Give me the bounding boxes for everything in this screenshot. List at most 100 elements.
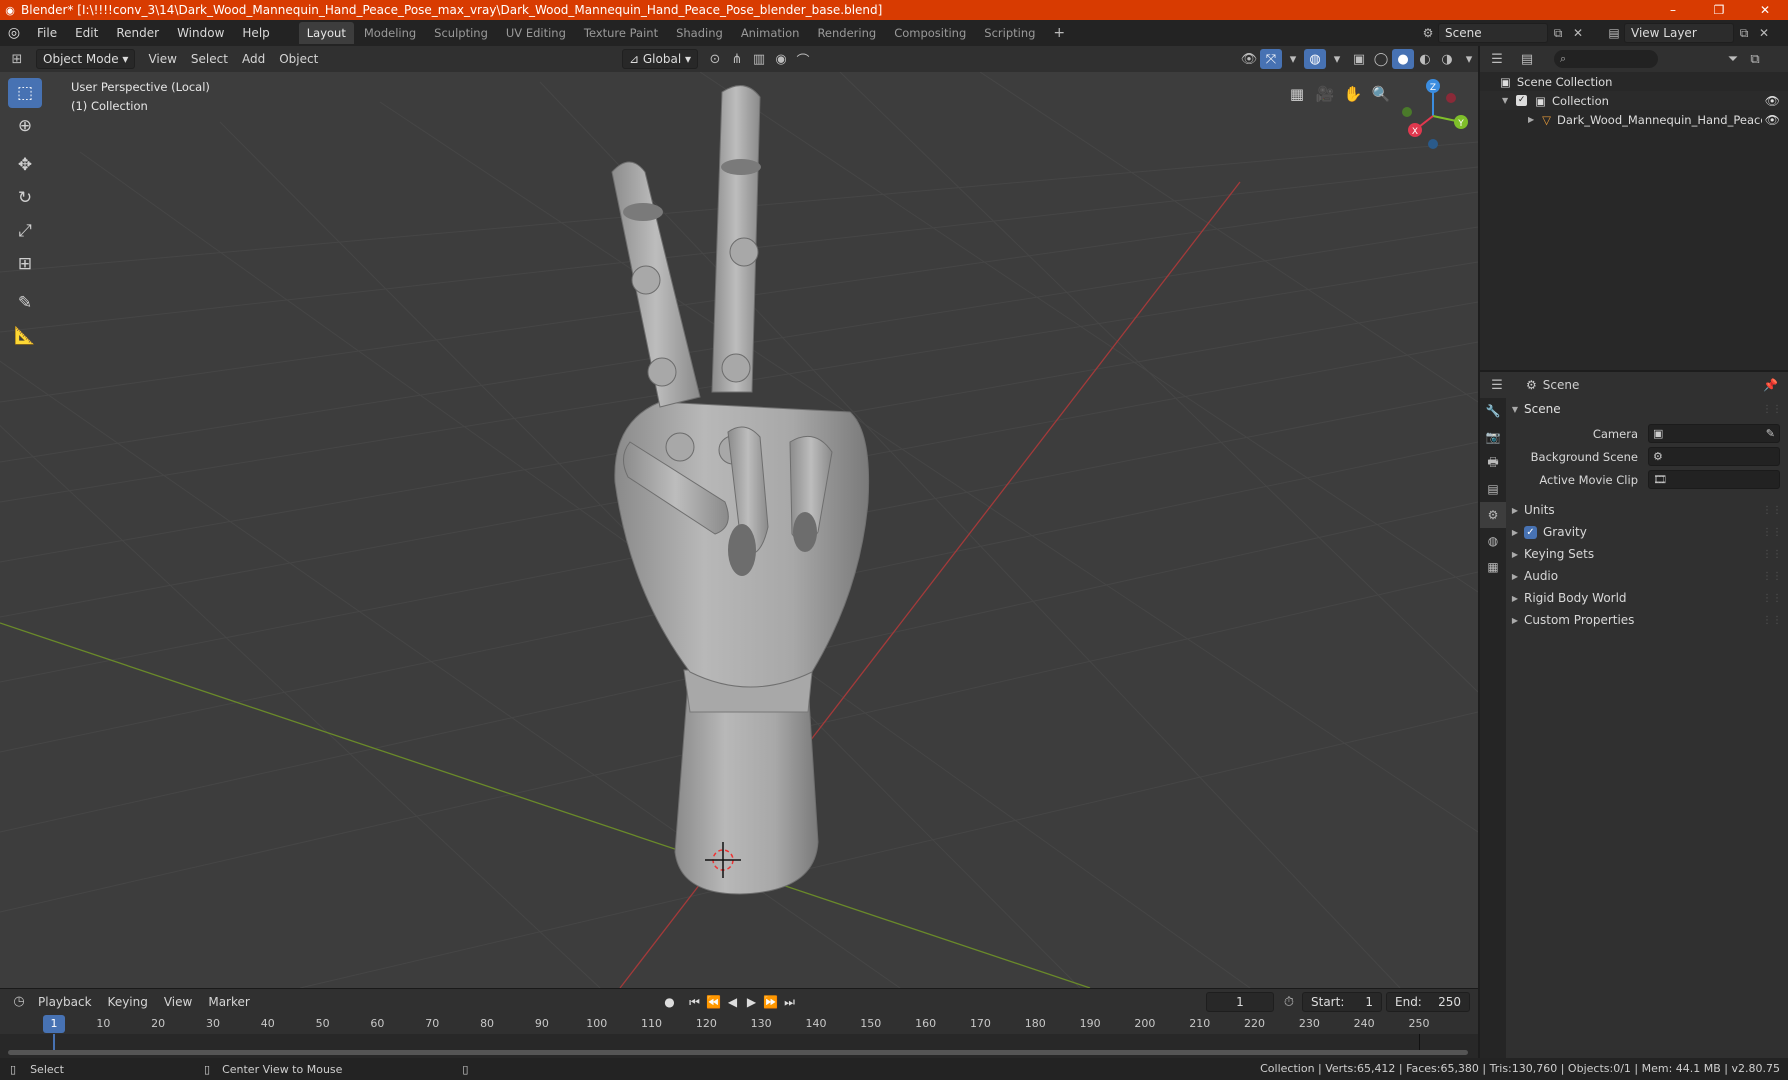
xray-icon[interactable]: ▣ [1348,49,1370,69]
select-menu[interactable]: Select [184,49,235,69]
gizmo-dropdown-icon[interactable]: ▾ [1282,49,1304,69]
collection-visibility-eye-icon[interactable]: 👁 [1765,94,1780,108]
scene-tab-icon[interactable]: ⚙ [1480,502,1506,528]
texture-tab-icon[interactable]: ▦ [1480,554,1506,580]
tool-tab-icon[interactable]: 🔧 [1480,398,1506,424]
drag-grip-icon[interactable]: ⋮⋮ [1762,404,1782,415]
new-view-layer-icon[interactable]: ⧉ [1734,23,1754,43]
custom-properties-section[interactable]: ▶ Custom Properties ⋮⋮ [1506,609,1788,631]
active-movie-clip-field[interactable]: 🎞 [1648,470,1780,489]
collapse-scene-icon[interactable]: ▼ [1506,405,1524,414]
snap-target-icon[interactable]: ▥ [748,49,770,69]
marker-menu[interactable]: Marker [200,995,257,1009]
expand-rigid-body-icon[interactable]: ▶ [1506,594,1524,603]
world-tab-icon[interactable]: ◍ [1480,528,1506,554]
gizmo-neg-x-handle[interactable] [1446,93,1456,103]
transform-tool-icon[interactable]: ⊞ [8,249,42,279]
keying-sets-section[interactable]: ▶ Keying Sets ⋮⋮ [1506,543,1788,565]
filter-icon[interactable]: ⏷ [1722,49,1744,69]
gravity-section[interactable]: ▶ ✓ Gravity ⋮⋮ [1506,521,1788,543]
tab-shading[interactable]: Shading [668,22,731,44]
add-workspace-button[interactable]: + [1045,22,1073,44]
audio-grip-icon[interactable]: ⋮⋮ [1762,571,1782,582]
rotate-tool-icon[interactable]: ↻ [8,183,42,213]
expand-keying-sets-icon[interactable]: ▶ [1506,550,1524,559]
navigation-gizmo[interactable]: Z Y X [1393,74,1473,154]
menu-edit[interactable]: Edit [66,22,107,44]
wireframe-shading-icon[interactable]: ◯ [1370,49,1392,69]
scene-icon[interactable]: ⚙ [1418,23,1438,43]
timeline-area[interactable]: 1 10 20 30 40 50 60 70 80 90 100 110 120 130 140 150 16… [0,1014,1478,1058]
keying-menu[interactable]: Keying [100,995,156,1009]
end-frame-field[interactable]: End: 250 [1386,992,1470,1012]
play-reverse-icon[interactable]: ◀ [723,992,742,1012]
start-frame-field[interactable]: Start: 1 [1302,992,1382,1012]
expand-collection-icon[interactable]: ▼ [1502,96,1508,105]
close-button[interactable]: ✕ [1742,0,1788,20]
expand-gravity-icon[interactable]: ▶ [1506,528,1524,537]
view-layer-icon[interactable]: ▤ [1604,23,1624,43]
rigid-body-grip-icon[interactable]: ⋮⋮ [1762,593,1782,604]
tab-texture-paint[interactable]: Texture Paint [576,22,666,44]
expand-units-icon[interactable]: ▶ [1506,506,1524,515]
move-tool-icon[interactable]: ✥ [8,150,42,180]
delete-scene-icon[interactable]: ✕ [1568,23,1588,43]
timeline-editor-icon[interactable]: ◷ [8,992,30,1012]
object-menu[interactable]: Object [272,49,325,69]
mannequin-hand-model[interactable] [611,85,870,895]
mode-dropdown[interactable]: Object Mode ▾ [36,49,136,69]
solid-shading-icon[interactable]: ● [1392,49,1414,69]
tab-modeling[interactable]: Modeling [356,22,424,44]
current-frame-marker[interactable]: 1 [43,1015,65,1033]
outliner-row-scene-collection[interactable]: ▣ Scene Collection [1480,72,1788,91]
tab-compositing[interactable]: Compositing [886,22,974,44]
timeline-view-menu[interactable]: View [156,995,200,1009]
gravity-grip-icon[interactable]: ⋮⋮ [1762,527,1782,538]
pan-hand-icon[interactable]: ✋ [1339,80,1367,108]
eyedropper-icon[interactable]: ✎ [1766,427,1775,440]
tab-uv-editing[interactable]: UV Editing [498,22,574,44]
menu-file[interactable]: File [28,22,66,44]
gravity-checkbox[interactable]: ✓ [1524,525,1537,539]
menu-help[interactable]: Help [233,22,278,44]
tab-rendering[interactable]: Rendering [809,22,884,44]
scene-panel-header[interactable]: ▼ Scene ⋮⋮ [1506,398,1788,420]
new-collection-icon[interactable]: ⧉ [1744,49,1766,69]
menu-render[interactable]: Render [107,22,168,44]
audio-section[interactable]: ▶ Audio ⋮⋮ [1506,565,1788,587]
new-scene-icon[interactable]: ⧉ [1548,23,1568,43]
camera-view-icon[interactable]: 🎥 [1311,80,1339,108]
background-scene-field[interactable]: ⚙ [1648,447,1780,466]
material-shading-icon[interactable]: ◐ [1414,49,1436,69]
zoom-icon[interactable]: 🔍 [1367,80,1395,108]
gizmo-toggle-icon[interactable]: ⤧ [1260,49,1282,69]
jump-end-icon[interactable]: ⏭ [780,992,799,1012]
units-grip-icon[interactable]: ⋮⋮ [1762,505,1782,516]
tab-sculpting[interactable]: Sculpting [426,22,496,44]
record-icon[interactable]: ● [660,992,679,1012]
restore-button[interactable]: ❐ [1696,0,1742,20]
gizmo-neg-y-handle[interactable] [1402,107,1412,117]
keying-sets-grip-icon[interactable]: ⋮⋮ [1762,549,1782,560]
properties-editor-icon[interactable]: ☰ [1486,375,1508,395]
camera-field[interactable]: ▣ ✎ [1648,424,1780,443]
rendered-shading-icon[interactable]: ◑ [1436,49,1458,69]
collection-checkbox[interactable]: ✓ [1516,95,1528,106]
tab-scripting[interactable]: Scripting [976,22,1043,44]
overlay-toggle-icon[interactable]: ◍ [1304,49,1326,69]
units-section[interactable]: ▶ Units ⋮⋮ [1506,499,1788,521]
scale-tool-icon[interactable]: ⤢ [8,216,42,246]
overlay-dropdown-icon[interactable]: ▾ [1326,49,1348,69]
frame-ruler[interactable]: 1 10 20 30 40 50 60 70 80 90 100 110 120 130 140 150 16… [0,1014,1478,1034]
proportional-edit-icon[interactable]: ◉ [770,49,792,69]
ortho-toggle-icon[interactable]: ▦ [1283,80,1311,108]
expand-audio-icon[interactable]: ▶ [1506,572,1524,581]
view-menu[interactable]: View [141,49,183,69]
custom-properties-grip-icon[interactable]: ⋮⋮ [1762,615,1782,626]
menu-window[interactable]: Window [168,22,233,44]
current-frame-field[interactable]: 1 [1206,992,1274,1012]
pin-icon[interactable]: 📌 [1763,378,1778,392]
timeline-scrollbar[interactable] [8,1050,1468,1055]
scene-name-field[interactable]: Scene [1438,23,1548,43]
output-tab-icon[interactable]: 🖶 [1480,450,1506,476]
